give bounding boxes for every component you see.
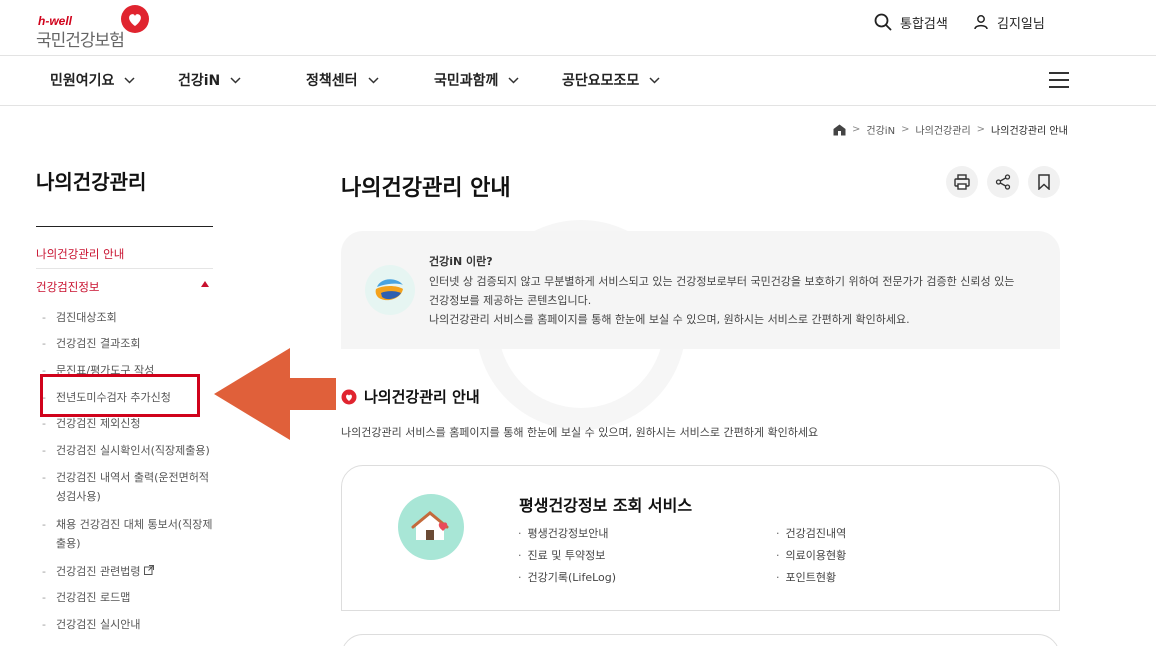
health-in-info-box: 건강iN 이란? 인터넷 상 검증되지 않고 무분별하게 서비스되고 있는 건강… xyxy=(341,231,1060,349)
section-title-text: 나의건강관리 안내 xyxy=(364,388,480,406)
integrated-search-button[interactable]: 통합검색 xyxy=(874,12,948,32)
section-description: 나의건강관리 서비스를 홈페이지를 통해 한눈에 보실 수 있으며, 원하시는 … xyxy=(341,426,819,439)
gnb-item-label: 정책센터 xyxy=(306,73,358,89)
lnb-sub-item[interactable]: - 건강검진 결과조회 xyxy=(42,334,218,353)
card-link-label: 의료이용현황 xyxy=(785,549,847,562)
lnb-sub-label: 건강검진 실시안내 xyxy=(56,618,141,631)
print-button[interactable] xyxy=(946,166,978,198)
lnb-item-guide[interactable]: 나의건강관리 안내 xyxy=(36,246,124,262)
lnb-sub-item[interactable]: - 건강검진 실시확인서(직장제출용) xyxy=(42,441,218,460)
chevron-down-icon xyxy=(368,76,379,84)
user-menu-button[interactable]: 김지일님 xyxy=(973,12,1045,32)
chevron-down-icon xyxy=(230,76,241,84)
search-label: 통합검색 xyxy=(900,16,948,32)
arrow-left-icon xyxy=(214,348,336,440)
lnb-sub-item[interactable]: - 검진대상조회 xyxy=(42,308,218,327)
card-link-label: 평생건강정보안내 xyxy=(527,527,609,540)
chevron-down-icon xyxy=(508,76,519,84)
service-card-lifetime-health: 평생건강정보 조회 서비스 · 평생건강정보안내 · 진료 및 투약정보 · 건강기록… xyxy=(341,465,1060,611)
breadcrumb-current: 나의건강관리 안내 xyxy=(991,126,1068,137)
share-button[interactable] xyxy=(987,166,1019,198)
card-link-item[interactable]: · 평생건강정보안내 xyxy=(518,525,608,541)
breadcrumb-item[interactable]: 나의건강관리 xyxy=(915,122,970,137)
gnb-item-together[interactable]: 국민과함께 xyxy=(434,70,519,90)
gnb-item-label: 건강iN xyxy=(178,73,221,89)
gnb-item-policy[interactable]: 정책센터 xyxy=(306,70,379,90)
section-title: 나의건강관리 안내 xyxy=(341,386,480,407)
service-card-next xyxy=(341,634,1060,646)
lnb-sub-item[interactable]: - 건강검진 내역서 출력(운전면허적성검사용) xyxy=(42,468,218,506)
share-icon xyxy=(995,174,1011,190)
highlight-box xyxy=(40,374,200,417)
card-link-label: 건강기록(LifeLog) xyxy=(527,571,617,584)
user-name: 김지일님 xyxy=(997,16,1045,32)
info-heading: 건강iN 이란? xyxy=(429,255,493,268)
lnb-sub-label: 채용 건강검진 대체 통보서(직장제출용) xyxy=(56,518,213,550)
lnb-sub-label: 건강검진 내역서 출력(운전면허적성검사용) xyxy=(56,471,209,503)
card-link-label: 건강검진내역 xyxy=(785,527,847,540)
gnb-item-label: 민원여기요 xyxy=(50,73,115,89)
global-nav: 민원여기요 건강iN 정책센터 국민과함께 공단요모조모 xyxy=(0,56,1156,106)
house-heart-icon xyxy=(398,494,464,560)
search-icon xyxy=(874,13,892,31)
page-title: 나의건강관리 안내 xyxy=(341,176,511,201)
gnb-item-civil[interactable]: 민원여기요 xyxy=(50,70,135,90)
lnb-sub-item[interactable]: - 건강검진 실시안내 xyxy=(42,615,218,634)
breadcrumb-separator: > xyxy=(976,124,986,135)
breadcrumb-item[interactable]: 건강iN xyxy=(866,122,895,137)
lnb-sub-item-law[interactable]: - 건강검진 관련법령 xyxy=(42,562,218,581)
hamburger-menu-icon[interactable] xyxy=(1049,72,1069,88)
lnb-divider xyxy=(36,226,213,227)
bookmark-button[interactable] xyxy=(1028,166,1060,198)
info-text: 나의건강관리 서비스를 홈페이지를 통해 한눈에 보실 수 있으며, 원하시는 … xyxy=(429,313,910,326)
info-text: 인터넷 상 검증되지 않고 무분별하게 서비스되고 있는 건강정보로부터 국민건… xyxy=(429,275,1015,288)
card-link-item[interactable]: · 건강검진내역 xyxy=(776,525,846,541)
card-link-item[interactable]: · 포인트현황 xyxy=(776,569,836,585)
lnb-sub-item[interactable]: - 채용 건강검진 대체 통보서(직장제출용) xyxy=(42,515,218,553)
gnb-item-health-in[interactable]: 건강iN xyxy=(178,70,241,90)
lnb-sub-label: 건강검진 관련법령 xyxy=(56,565,141,578)
lnb-sub-label: 건강검진 결과조회 xyxy=(56,337,141,350)
chevron-down-icon xyxy=(649,76,660,84)
breadcrumb-separator: > xyxy=(852,124,861,135)
gnb-item-label: 공단요모조모 xyxy=(562,73,640,89)
lnb-sub-label: 검진대상조회 xyxy=(56,311,117,324)
lnb-sub-item[interactable]: - 건강검진 로드맵 xyxy=(42,588,218,607)
lnb-separator xyxy=(36,268,213,269)
nhis-logo[interactable]: h-well 국민건강보험 xyxy=(36,5,156,50)
logo-org-name: 국민건강보험 xyxy=(36,31,125,50)
chevron-down-icon xyxy=(124,76,135,84)
top-header: h-well 국민건강보험 통합검색 김지일님 xyxy=(0,0,1156,56)
heart-bullet-icon xyxy=(341,389,357,404)
user-icon xyxy=(974,15,988,30)
home-icon[interactable] xyxy=(833,124,846,136)
lnb-title: 나의건강관리 xyxy=(36,170,147,194)
heart-logo-icon xyxy=(121,5,149,33)
card-link-item[interactable]: · 진료 및 투약정보 xyxy=(518,547,605,563)
card-title: 평생건강정보 조회 서비스 xyxy=(519,496,693,515)
health-in-logo-icon xyxy=(365,265,415,315)
print-icon xyxy=(954,174,970,190)
card-link-label: 진료 및 투약정보 xyxy=(527,549,606,562)
breadcrumb: > 건강iN > 나의건강관리 > 나의건강관리 안내 xyxy=(833,122,1068,137)
gnb-item-label: 국민과함께 xyxy=(434,73,499,89)
lnb-sub-label: 건강검진 실시확인서(직장제출용) xyxy=(56,444,210,457)
bookmark-icon xyxy=(1038,174,1050,190)
card-link-item[interactable]: · 의료이용현황 xyxy=(776,547,846,563)
lnb-sub-label: 건강검진 로드맵 xyxy=(56,591,131,604)
breadcrumb-separator: > xyxy=(901,124,910,135)
card-link-label: 포인트현황 xyxy=(785,571,837,584)
gnb-item-about[interactable]: 공단요모조모 xyxy=(562,70,660,90)
card-link-item[interactable]: · 건강기록(LifeLog) xyxy=(518,569,616,585)
external-link-icon xyxy=(143,565,154,575)
caret-up-icon[interactable] xyxy=(201,281,209,287)
lnb-item-checkup-info[interactable]: 건강검진정보 xyxy=(36,279,99,295)
info-text: 건강정보를 제공하는 콘텐츠입니다. xyxy=(429,294,592,307)
